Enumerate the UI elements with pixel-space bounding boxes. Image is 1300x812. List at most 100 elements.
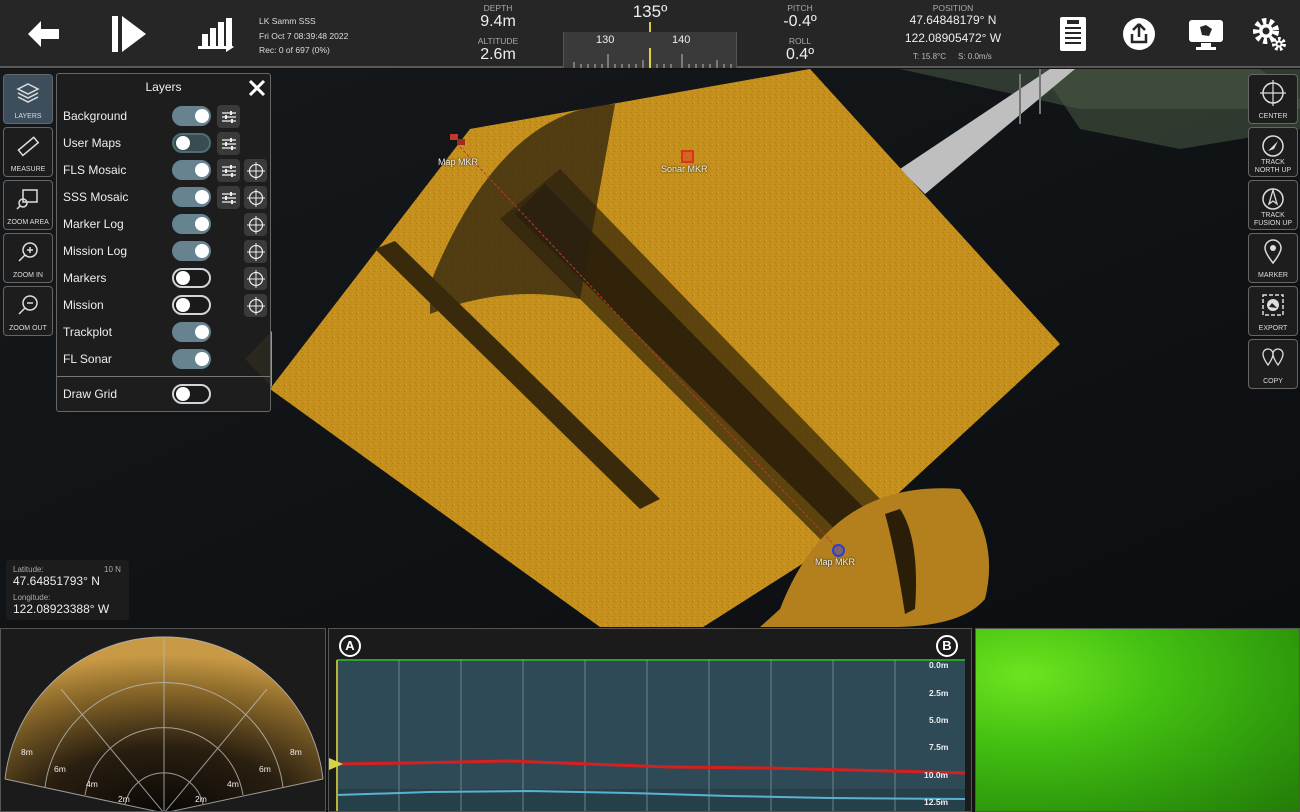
heading-indicator bbox=[649, 22, 651, 32]
depth-tick-label: 0.0m bbox=[929, 660, 949, 670]
layer-locate-crosshair-icon[interactable] bbox=[244, 159, 267, 182]
map-marker-pin[interactable] bbox=[832, 544, 845, 557]
pitch-value: -0.4º bbox=[783, 13, 817, 30]
layer-settings-sliders-icon[interactable] bbox=[217, 132, 240, 155]
layers-tool-button[interactable]: LAYERS bbox=[3, 74, 53, 124]
compass-ticks bbox=[573, 48, 732, 68]
camera-view-panel[interactable] bbox=[975, 628, 1300, 812]
roll-value: 0.4º bbox=[785, 46, 815, 63]
layer-row-fls-mosaic: FLS Mosaic bbox=[57, 157, 270, 184]
layer-locate-crosshair-icon[interactable] bbox=[244, 213, 267, 236]
zoom-area-tool-button[interactable]: ZOOM AREA bbox=[3, 180, 53, 230]
layer-settings-sliders-icon[interactable] bbox=[217, 186, 240, 209]
play-step-icon[interactable] bbox=[102, 8, 154, 60]
session-name: LK Samm SSS bbox=[259, 16, 316, 26]
cursor-utm-zone: 10 N bbox=[104, 565, 121, 574]
layer-row-mission-log: Mission Log bbox=[57, 238, 270, 265]
layer-row-sss-mosaic: SSS Mosaic bbox=[57, 184, 270, 211]
layer-locate-crosshair-icon[interactable] bbox=[244, 186, 267, 209]
track-fusion-up-button[interactable]: TRACK FUSION UP bbox=[1248, 180, 1298, 230]
track-north-up-button[interactable]: TRACK NORTH UP bbox=[1248, 127, 1298, 177]
layer-toggle[interactable] bbox=[172, 106, 211, 126]
layer-settings-sliders-icon[interactable] bbox=[217, 105, 240, 128]
depth-tick-label: 5.0m bbox=[929, 715, 949, 725]
export-tool-button[interactable]: EXPORT bbox=[1248, 286, 1298, 336]
layer-name: SSS Mosaic bbox=[63, 190, 129, 204]
layer-toggle[interactable] bbox=[172, 187, 211, 207]
layer-toggle[interactable] bbox=[172, 241, 211, 261]
measure-tool-button[interactable]: MEASURE bbox=[3, 127, 53, 177]
forward-looking-sonar-panel[interactable]: 8m 6m 4m 2m 2m 4m 6m 8m bbox=[0, 628, 326, 812]
export-image-icon bbox=[1262, 294, 1284, 316]
zoom-area-tool-label: ZOOM AREA bbox=[7, 219, 49, 226]
layer-toggle[interactable] bbox=[172, 295, 211, 315]
compass-north-icon bbox=[1262, 135, 1284, 157]
layer-row-trackplot: Trackplot bbox=[57, 319, 270, 346]
depth-label: DEPTH bbox=[483, 3, 513, 13]
marker-tool-label: MARKER bbox=[1258, 272, 1288, 279]
cursor-coordinates: Latitude: 10 N 47.64851793° N Longitude:… bbox=[6, 560, 129, 620]
layer-settings-sliders-icon[interactable] bbox=[217, 159, 240, 182]
crosshair-icon bbox=[1260, 80, 1286, 106]
layer-toggle[interactable] bbox=[172, 322, 211, 342]
zoom-out-tool-button[interactable]: ZOOM OUT bbox=[3, 286, 53, 336]
depth-tick-label: 7.5m bbox=[929, 742, 949, 752]
layer-name: FL Sonar bbox=[63, 352, 112, 366]
compass-fusion-icon bbox=[1262, 187, 1284, 210]
track-fusion-up-label: TRACK FUSION UP bbox=[1253, 212, 1293, 227]
record-counter: Rec: 0 of 697 (0%) bbox=[259, 45, 330, 55]
heading-value: 135º bbox=[632, 2, 668, 21]
fls-range-label: 6m bbox=[259, 764, 271, 774]
depth-tick-label: 2.5m bbox=[929, 688, 949, 698]
layer-locate-crosshair-icon[interactable] bbox=[244, 240, 267, 263]
layer-name: Mission bbox=[63, 298, 104, 312]
bar-chart-icon[interactable] bbox=[190, 8, 242, 60]
layer-toggle[interactable] bbox=[172, 214, 211, 234]
ruler-icon bbox=[17, 136, 40, 157]
layers-divider bbox=[57, 376, 270, 377]
layer-locate-crosshair-icon[interactable] bbox=[244, 267, 267, 290]
close-icon[interactable] bbox=[247, 78, 267, 98]
layer-toggle[interactable] bbox=[172, 349, 211, 369]
layers-panel: Layers Background User Maps FLS Mosaic SSS … bbox=[56, 73, 271, 412]
map-view[interactable]: Map MKR Sonar MKR Map MKR LAYERS MEASURE… bbox=[0, 69, 1300, 627]
fls-range-label: 8m bbox=[21, 747, 33, 757]
back-arrow-icon[interactable] bbox=[18, 8, 70, 60]
layers-panel-title: Layers bbox=[145, 80, 182, 94]
depth-tick-label: 12.5m bbox=[924, 797, 949, 807]
vehicle-speed: S: 0.0m/s bbox=[958, 52, 992, 61]
cursor-longitude: 122.08923388° W bbox=[13, 602, 110, 616]
layer-toggle[interactable] bbox=[172, 160, 211, 180]
map-marker-label: Map MKR bbox=[438, 157, 479, 167]
layer-toggle[interactable] bbox=[172, 133, 211, 153]
layer-name: Draw Grid bbox=[63, 387, 118, 401]
report-document-icon[interactable] bbox=[1047, 8, 1099, 60]
profile-point-b[interactable]: B bbox=[936, 635, 958, 657]
display-mode-icon[interactable] bbox=[1180, 8, 1232, 60]
copy-tool-button[interactable]: COPY bbox=[1248, 339, 1298, 389]
fls-range-label: 8m bbox=[290, 747, 302, 757]
marker-tool-button[interactable]: MARKER bbox=[1248, 233, 1298, 283]
camera-feed bbox=[976, 629, 1299, 811]
zoom-in-tool-button[interactable]: ZOOM IN bbox=[3, 233, 53, 283]
zoom-area-icon bbox=[16, 189, 38, 210]
profile-point-a[interactable]: A bbox=[339, 635, 361, 657]
share-icon[interactable] bbox=[1113, 8, 1165, 60]
draw-grid-toggle[interactable] bbox=[172, 384, 211, 404]
top-toolbar: LK Samm SSS Fri Oct 7 08:39:48 2022 Rec:… bbox=[0, 0, 1300, 68]
settings-gear-icon[interactable] bbox=[1243, 8, 1295, 60]
sonar-marker-pin[interactable] bbox=[681, 150, 694, 163]
copy-tool-label: COPY bbox=[1263, 378, 1283, 385]
fls-range-label: 4m bbox=[227, 779, 239, 789]
map-marker-pin[interactable] bbox=[449, 133, 467, 147]
center-tool-button[interactable]: CENTER bbox=[1248, 74, 1298, 124]
layer-locate-crosshair-icon[interactable] bbox=[244, 294, 267, 317]
layer-row-markers: Markers bbox=[57, 265, 270, 292]
zoom-out-tool-label: ZOOM OUT bbox=[9, 325, 47, 332]
layer-row-fl-sonar: FL Sonar bbox=[57, 346, 270, 373]
measure-tool-label: MEASURE bbox=[10, 166, 46, 173]
copy-pins-icon bbox=[1262, 348, 1284, 367]
depth-profile-panel[interactable]: A B 0.0m 2.5m 5.0m 7.5m 10.0m 12.5m bbox=[328, 628, 972, 812]
layer-toggle[interactable] bbox=[172, 268, 211, 288]
fls-range-label: 6m bbox=[54, 764, 66, 774]
